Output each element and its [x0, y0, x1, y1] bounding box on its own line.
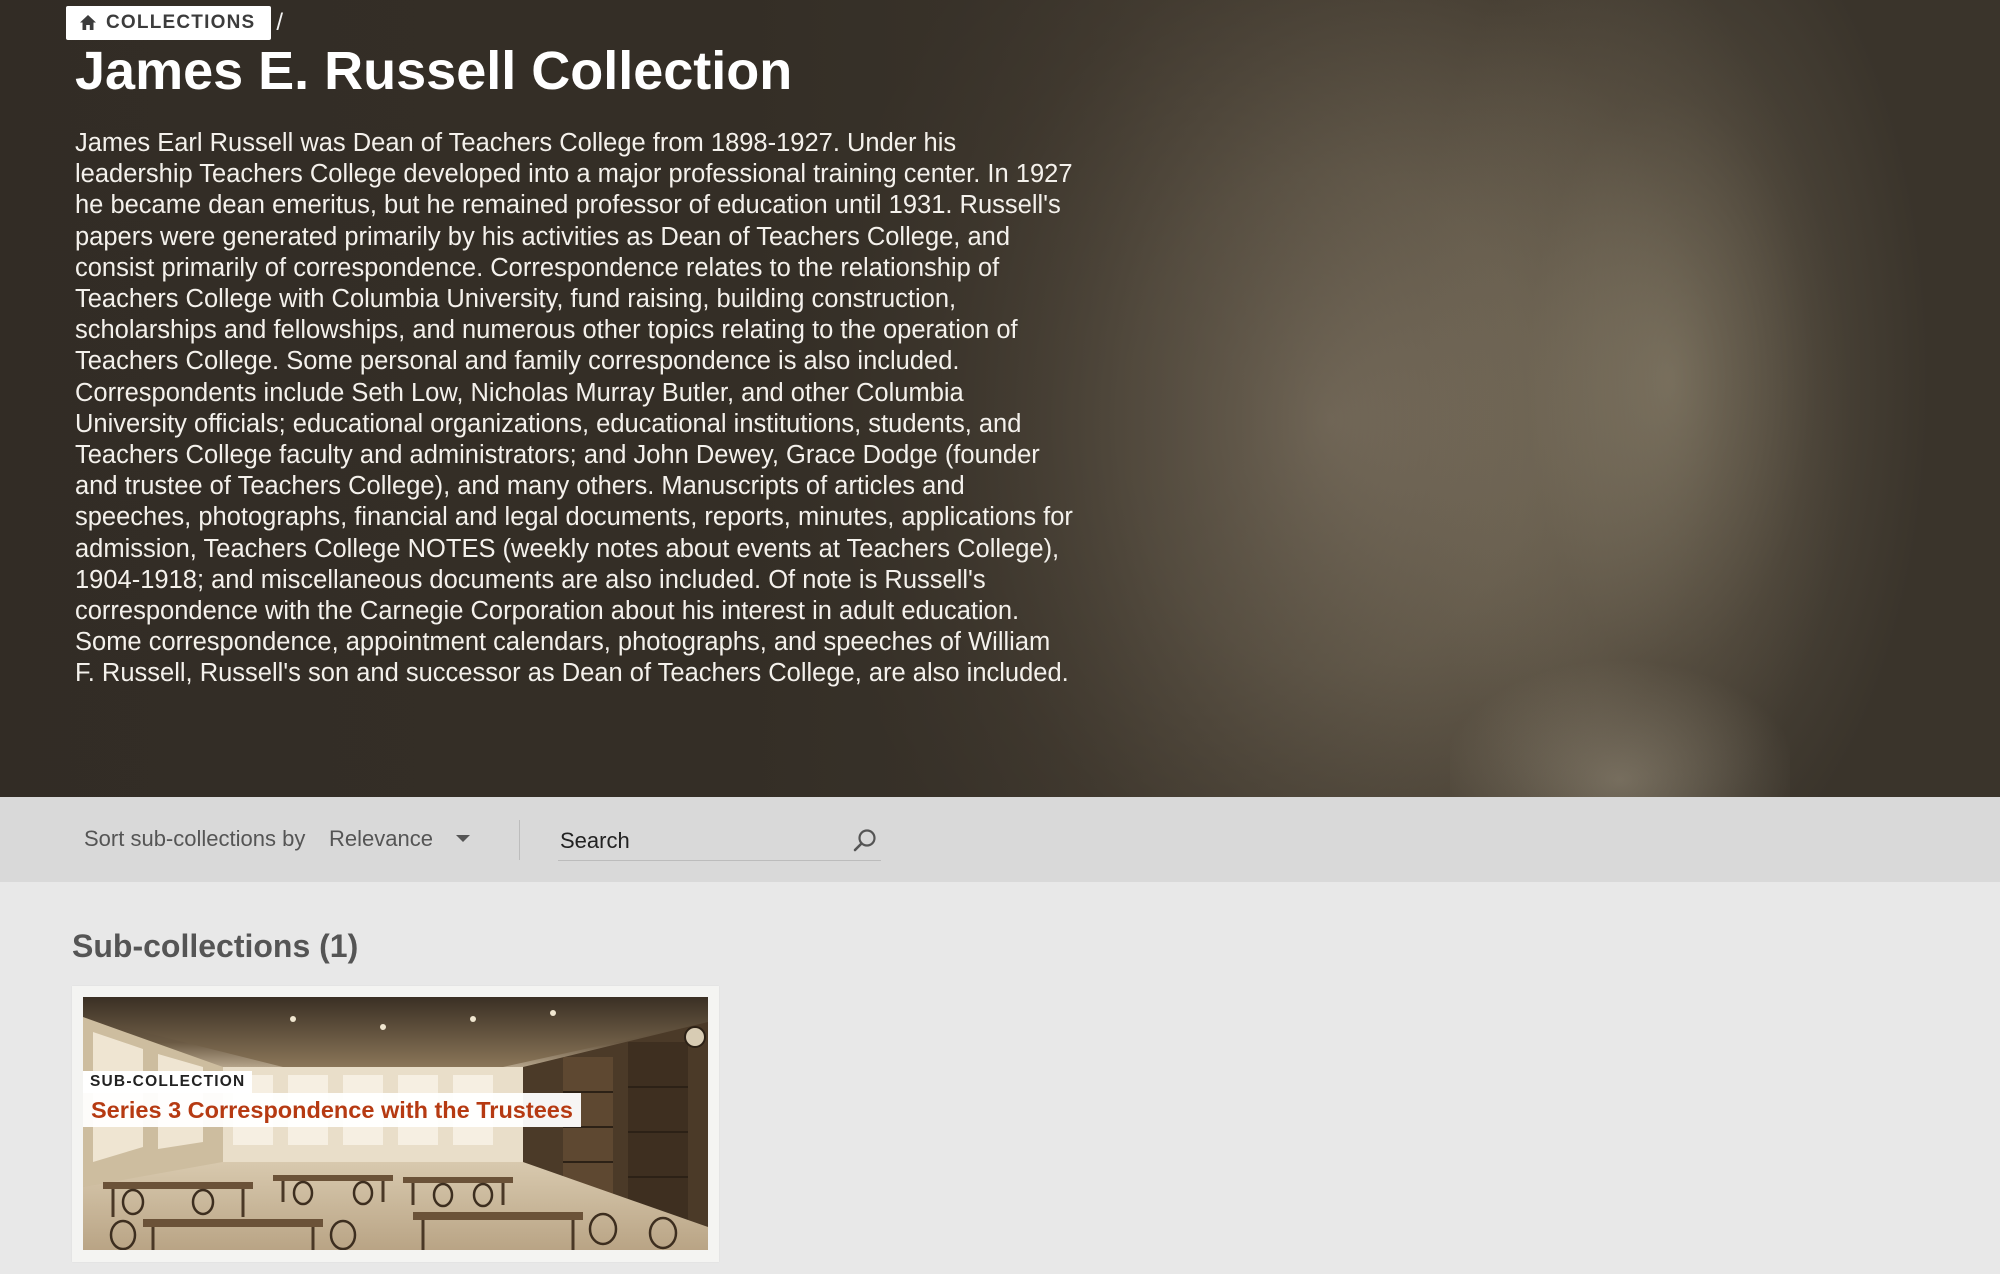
sort-label: Sort sub-collections by	[84, 826, 306, 851]
search-input[interactable]	[558, 827, 851, 854]
sort-selected-value: Relevance	[329, 826, 433, 851]
breadcrumb-separator: /	[276, 9, 284, 36]
page-title: James E. Russell Collection	[75, 41, 793, 101]
filter-toolbar: Sort sub-collections by Relevance	[0, 797, 2000, 882]
search-box	[558, 821, 881, 861]
breadcrumb: COLLECTIONS /	[66, 6, 283, 40]
home-icon	[80, 15, 96, 30]
chevron-down-icon	[455, 835, 470, 842]
subcollection-tag: SUB-COLLECTION	[83, 1071, 253, 1093]
subcollections-heading: Sub-collections (1)	[72, 928, 359, 964]
breadcrumb-collections-link[interactable]: COLLECTIONS	[66, 6, 272, 40]
collection-description: James Earl Russell was Dean of Teachers …	[75, 129, 1073, 688]
subcollection-tag-label: SUB-COLLECTION	[90, 1073, 246, 1090]
collection-hero: COLLECTIONS / James E. Russell Collectio…	[0, 0, 2000, 797]
subcollection-title[interactable]: Series 3 Correspondence with the Trustee…	[83, 1093, 581, 1127]
search-icon[interactable]	[851, 827, 879, 855]
toolbar-divider	[519, 820, 520, 860]
breadcrumb-label: COLLECTIONS	[106, 12, 256, 33]
subcollection-title-text: Series 3 Correspondence with the Trustee…	[91, 1096, 573, 1123]
sort-dropdown[interactable]: Relevance	[329, 822, 471, 856]
